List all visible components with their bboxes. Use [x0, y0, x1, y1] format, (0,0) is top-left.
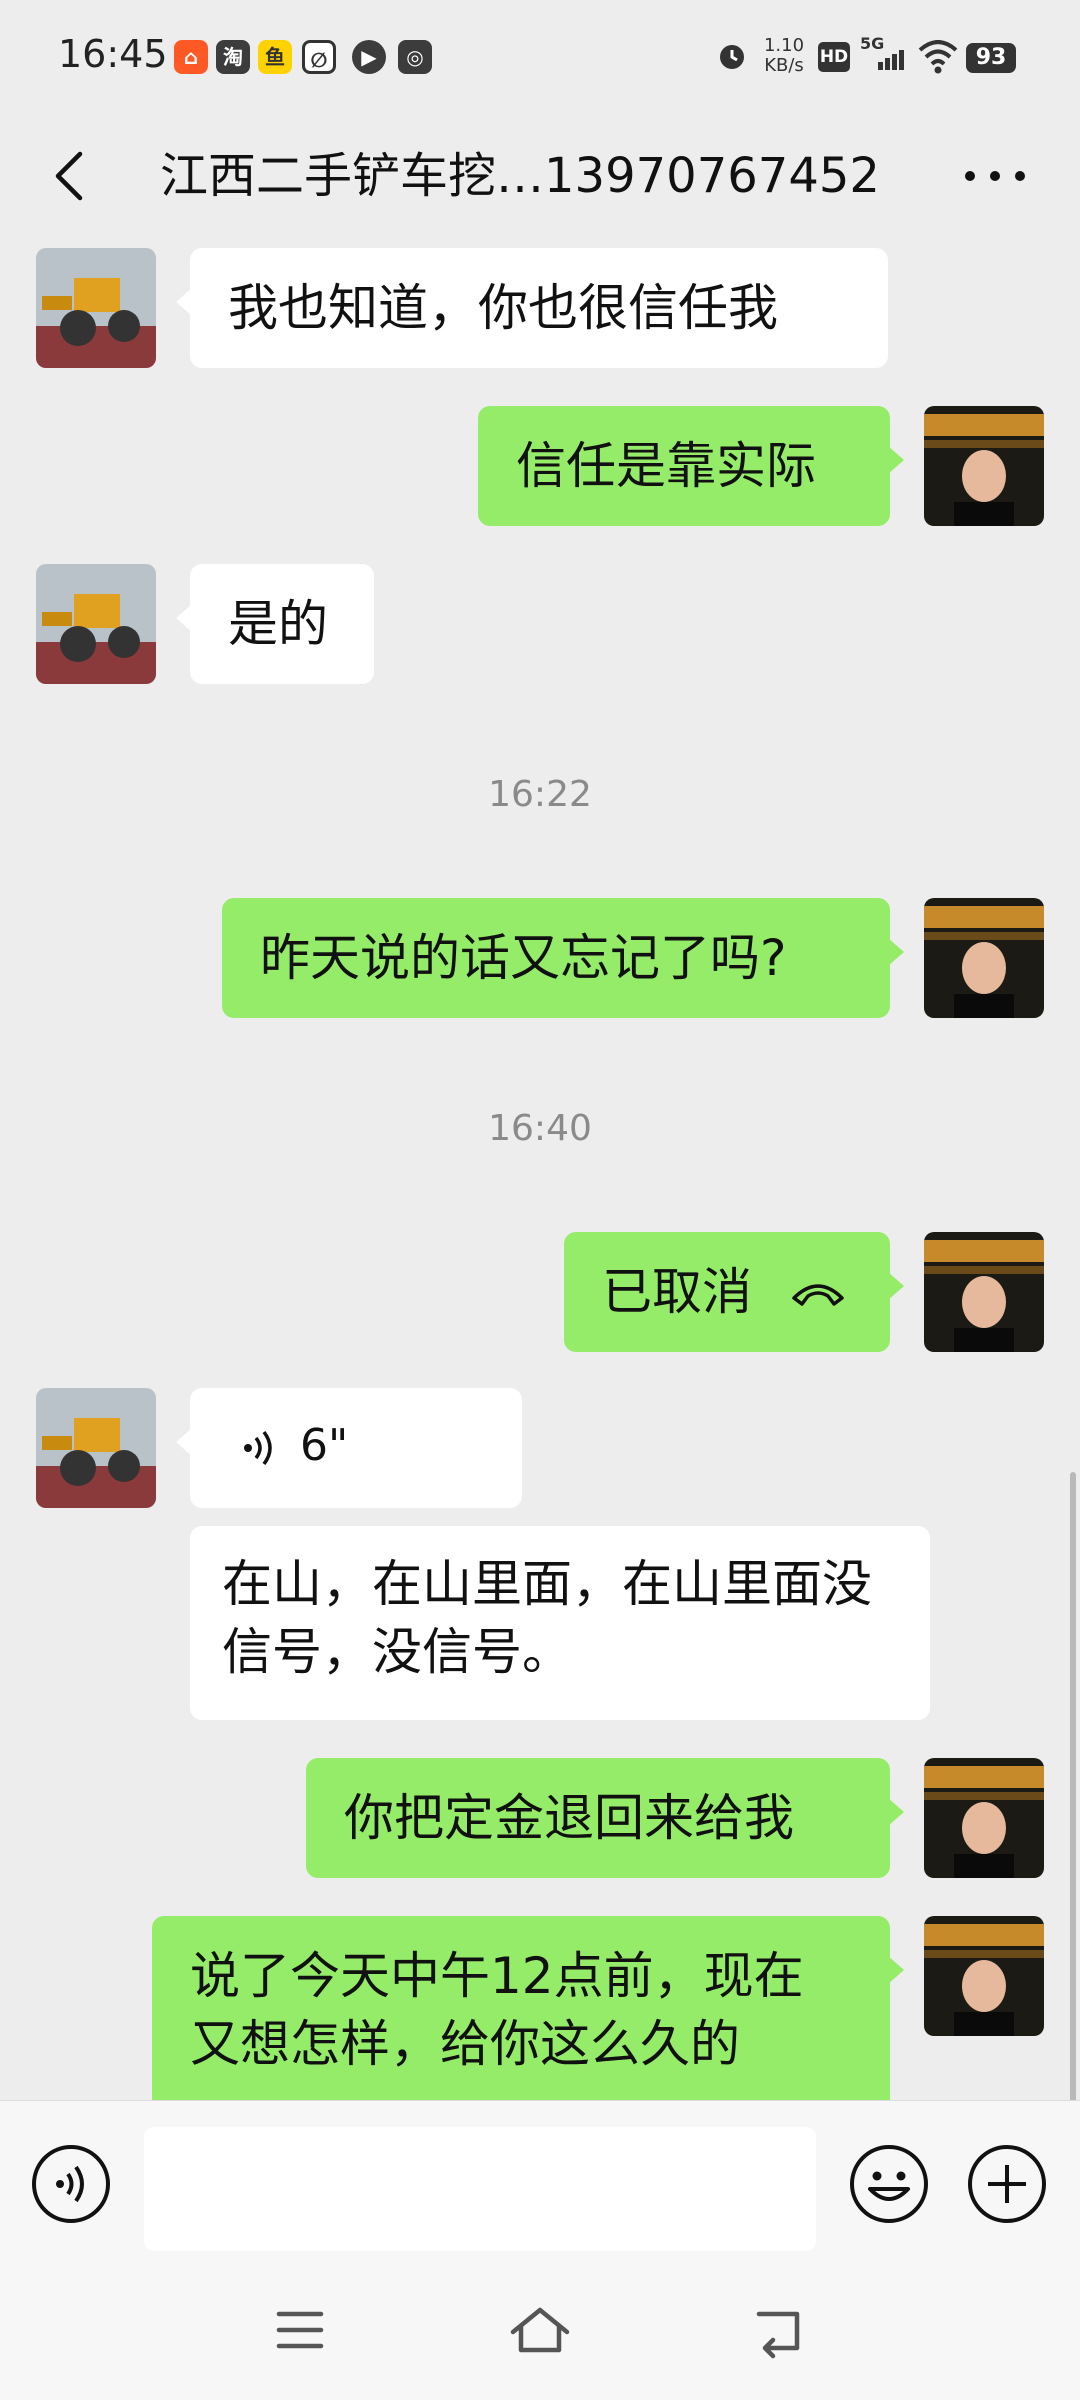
message-bubble-outgoing[interactable]: 信任是靠实际: [478, 406, 904, 526]
wifi-icon: [918, 40, 958, 74]
battery-indicator: 93: [966, 43, 1016, 73]
message-bubble-incoming[interactable]: 我也知道，你也很信任我: [176, 248, 888, 368]
call-cancelled-bubble[interactable]: 已取消: [564, 1232, 904, 1352]
message-bubble-outgoing[interactable]: 昨天说的话又忘记了吗?: [222, 898, 904, 1018]
more-icon[interactable]: [958, 144, 1032, 208]
search-app-icon: ◎: [398, 40, 432, 74]
xianyu-icon: 鱼: [258, 40, 292, 74]
hd-badge: HD: [818, 42, 850, 72]
back-nav-icon[interactable]: [745, 2300, 815, 2360]
menu-icon[interactable]: [265, 2300, 335, 2360]
chat-header: 江西二手铲车挖…13970767452: [0, 112, 1080, 240]
home-icon[interactable]: [505, 2300, 575, 2360]
contact-avatar[interactable]: [36, 564, 156, 684]
input-bar: [0, 2100, 1080, 2260]
message-bubble-outgoing[interactable]: 说了今天中午12点前，现在又想怎样，给你这么久的: [152, 1916, 904, 2100]
message-bubble-outgoing[interactable]: 你把定金退回来给我: [306, 1758, 904, 1878]
contact-avatar[interactable]: [36, 248, 156, 368]
call-status-label: 已取消: [602, 1263, 752, 1321]
emoji-icon[interactable]: [848, 2143, 930, 2225]
cellular-signal-icon: 5G: [860, 34, 908, 74]
voice-input-icon[interactable]: [30, 2143, 112, 2225]
app-icon: ∅: [302, 40, 336, 74]
xiaohongshu-icon: ⌂: [174, 40, 208, 74]
chat-scrollbar[interactable]: [1070, 1472, 1076, 2100]
my-avatar[interactable]: [924, 406, 1044, 526]
chat-title: 江西二手铲车挖…13970767452: [160, 148, 880, 204]
taobao-icon: 淘: [216, 40, 250, 74]
voice-duration: 6": [300, 1420, 349, 1471]
network-speed: 1.10 KB/s: [763, 35, 805, 76]
chat-messages: 我也知道，你也很信任我 信任是靠实际 是的 16:22 昨天说的话又忘记了吗? …: [0, 240, 1080, 2100]
system-nav-bar: [0, 2260, 1080, 2400]
voice-wave-icon: [244, 1430, 272, 1466]
message-bubble-incoming[interactable]: 是的: [176, 564, 374, 684]
message-input[interactable]: [144, 2127, 816, 2251]
call-ended-icon: [792, 1284, 844, 1306]
status-bar: 16:45 ⌂ 淘 鱼 ∅ ▶ ◎ 1.10 KB/s HD 5G 93: [0, 0, 1080, 112]
contact-avatar[interactable]: [36, 1388, 156, 1508]
my-avatar[interactable]: [924, 1758, 1044, 1878]
my-avatar[interactable]: [924, 1916, 1044, 2036]
plus-icon[interactable]: [966, 2143, 1048, 2225]
video-icon: ▶: [352, 40, 386, 74]
alarm-icon: [720, 45, 744, 69]
back-icon[interactable]: [40, 144, 104, 208]
voice-message-bubble[interactable]: 6": [176, 1388, 522, 1508]
my-avatar[interactable]: [924, 1232, 1044, 1352]
timestamp: 16:22: [488, 774, 592, 815]
my-avatar[interactable]: [924, 898, 1044, 1018]
message-bubble-incoming[interactable]: 在山，在山里面，在山里面没信号，没信号。: [190, 1526, 930, 1720]
status-time: 16:45: [58, 32, 168, 76]
timestamp: 16:40: [488, 1108, 592, 1149]
